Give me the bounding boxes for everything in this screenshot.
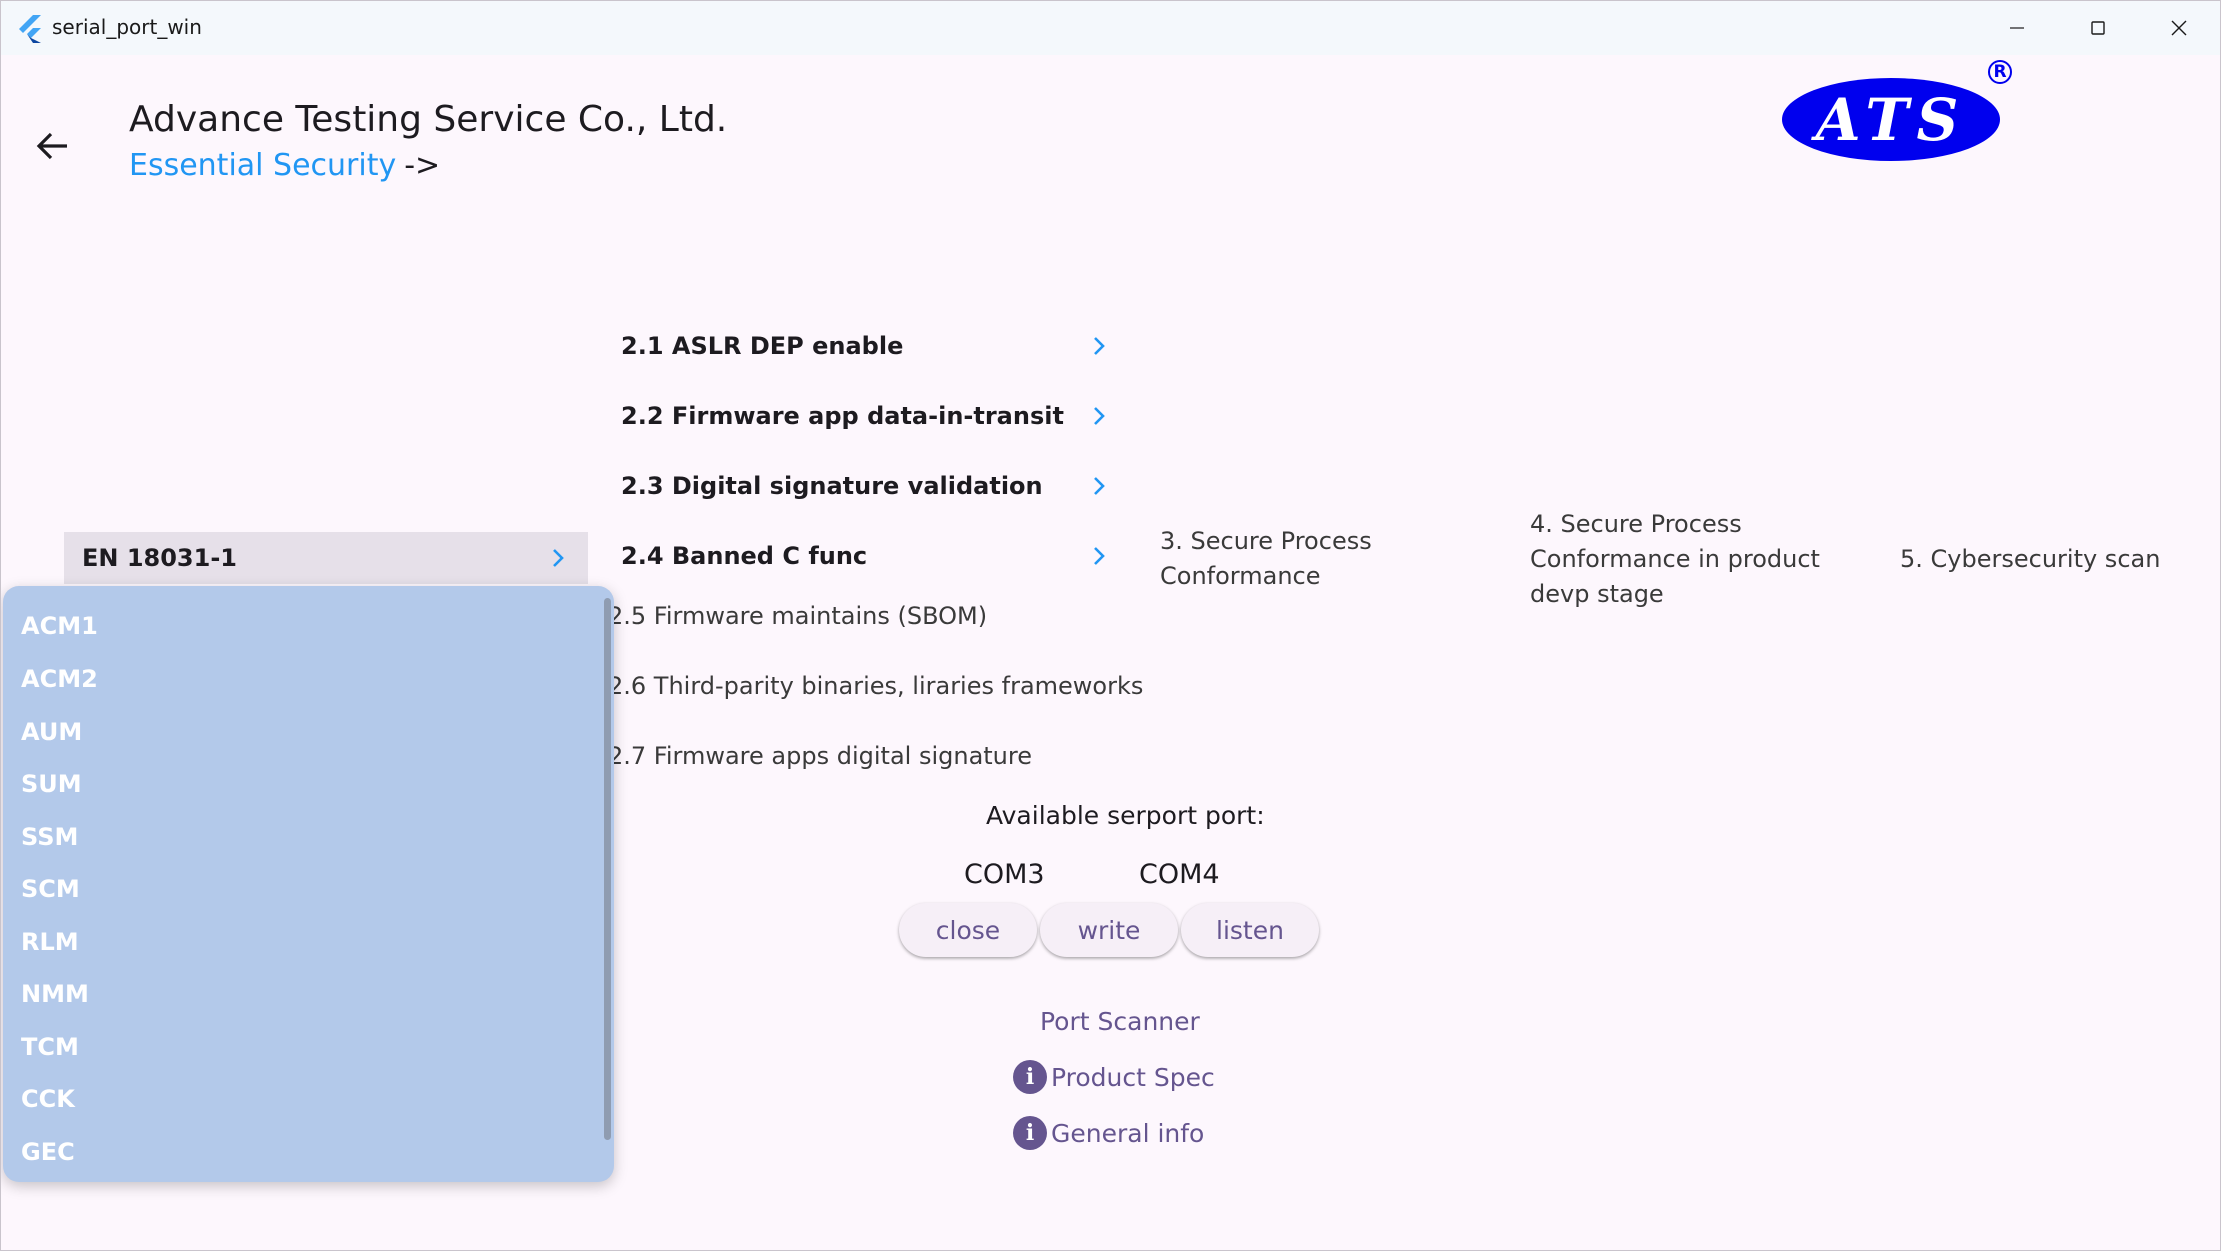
chevron-right-icon: [1094, 337, 1105, 355]
port-scanner-link[interactable]: Port Scanner: [1040, 1007, 1200, 1036]
window-title: serial_port_win: [52, 15, 202, 39]
standard-dropdown-header[interactable]: EN 18031-1: [64, 532, 588, 584]
close-port-button[interactable]: close: [899, 903, 1037, 957]
logo-text: ATS: [1815, 85, 1967, 154]
section-3-line-2: Conformance: [1160, 562, 1321, 590]
registered-mark: R: [1988, 60, 2012, 84]
product-spec-link[interactable]: i Product Spec: [1013, 1060, 1215, 1094]
option-gec[interactable]: GEC: [21, 1138, 75, 1166]
menu-item-2-1[interactable]: 2.1 ASLR DEP enable: [621, 323, 1111, 369]
maximize-button[interactable]: [2058, 1, 2138, 55]
available-ports-label: Available serport port:: [986, 801, 1265, 830]
menu-item-2-2[interactable]: 2.2 Firmware app data-in-transit: [621, 393, 1111, 439]
chevron-right-icon: [1094, 477, 1105, 495]
section-4-line-2: Conformance in product: [1530, 545, 1820, 573]
minimize-icon: [2010, 27, 2024, 29]
ats-logo: ATS: [1782, 78, 2000, 161]
menu-item-label: 2.2 Firmware app data-in-transit: [621, 402, 1064, 430]
close-icon: [2171, 20, 2187, 36]
breadcrumb: Essential Security ->: [129, 148, 440, 183]
option-ssm[interactable]: SSM: [21, 823, 78, 851]
section-3-label[interactable]: 3. Secure Process Conformance: [1160, 524, 1372, 594]
chevron-right-icon: [1094, 407, 1105, 425]
chevron-right-icon: [553, 549, 564, 567]
option-rlm[interactable]: RLM: [21, 928, 79, 956]
option-tcm[interactable]: TCM: [21, 1033, 79, 1061]
menu-item-label: 2.1 ASLR DEP enable: [621, 332, 904, 360]
write-button[interactable]: write: [1040, 903, 1178, 957]
breadcrumb-arrow: ->: [404, 148, 441, 183]
standard-selected-label: EN 18031-1: [82, 544, 237, 572]
item-2-6: 2.6 Third-parity binaries, liraries fram…: [608, 672, 1144, 700]
menu-item-2-4[interactable]: 2.4 Banned C func: [621, 533, 1111, 579]
section-4-line-1: 4. Secure Process: [1530, 510, 1742, 538]
option-sum[interactable]: SUM: [21, 770, 82, 798]
app-window: serial_port_win Advance Testing Service …: [0, 0, 2221, 1251]
option-cck[interactable]: CCK: [21, 1085, 75, 1113]
flutter-logo-icon: [19, 15, 41, 43]
port-com3: COM3: [964, 859, 1045, 890]
breadcrumb-essential-security[interactable]: Essential Security: [129, 148, 396, 183]
item-2-7: 2.7 Firmware apps digital signature: [608, 742, 1032, 770]
chevron-right-icon: [1094, 547, 1105, 565]
company-name: Advance Testing Service Co., Ltd.: [129, 99, 728, 140]
minimize-button[interactable]: [1977, 1, 2057, 55]
option-acm2[interactable]: ACM2: [21, 665, 98, 693]
general-info-link[interactable]: i General info: [1013, 1116, 1204, 1150]
menu-item-label: 2.3 Digital signature validation: [621, 472, 1043, 500]
info-icon: i: [1013, 1060, 1047, 1094]
option-acm1[interactable]: ACM1: [21, 612, 98, 640]
maximize-icon: [2091, 21, 2105, 35]
section-4-label[interactable]: 4. Secure Process Conformance in product…: [1530, 507, 1820, 612]
product-spec-label: Product Spec: [1051, 1062, 1215, 1092]
option-nmm[interactable]: NMM: [21, 980, 89, 1008]
info-icon: i: [1013, 1116, 1047, 1150]
option-aum[interactable]: AUM: [21, 718, 82, 746]
menu-item-2-3[interactable]: 2.3 Digital signature validation: [621, 463, 1111, 509]
standard-options-menu: ACM1 ACM2 AUM SUM SSM SCM RLM NMM TCM CC…: [3, 586, 614, 1182]
title-bar: serial_port_win: [1, 1, 2220, 55]
menu-item-label: 2.4 Banned C func: [621, 542, 868, 570]
close-window-button[interactable]: [2139, 1, 2219, 55]
back-arrow-icon[interactable]: [31, 124, 75, 168]
port-com4: COM4: [1139, 859, 1220, 890]
dropdown-scrollbar[interactable]: [604, 598, 611, 1140]
section-4-line-3: devp stage: [1530, 580, 1664, 608]
option-scm[interactable]: SCM: [21, 875, 80, 903]
general-info-label: General info: [1051, 1118, 1205, 1148]
listen-button[interactable]: listen: [1181, 903, 1319, 957]
item-2-5: 2.5 Firmware maintains (SBOM): [608, 602, 988, 630]
section-5-label[interactable]: 5. Cybersecurity scan: [1900, 542, 2160, 577]
section-3-line-1: 3. Secure Process: [1160, 527, 1372, 555]
